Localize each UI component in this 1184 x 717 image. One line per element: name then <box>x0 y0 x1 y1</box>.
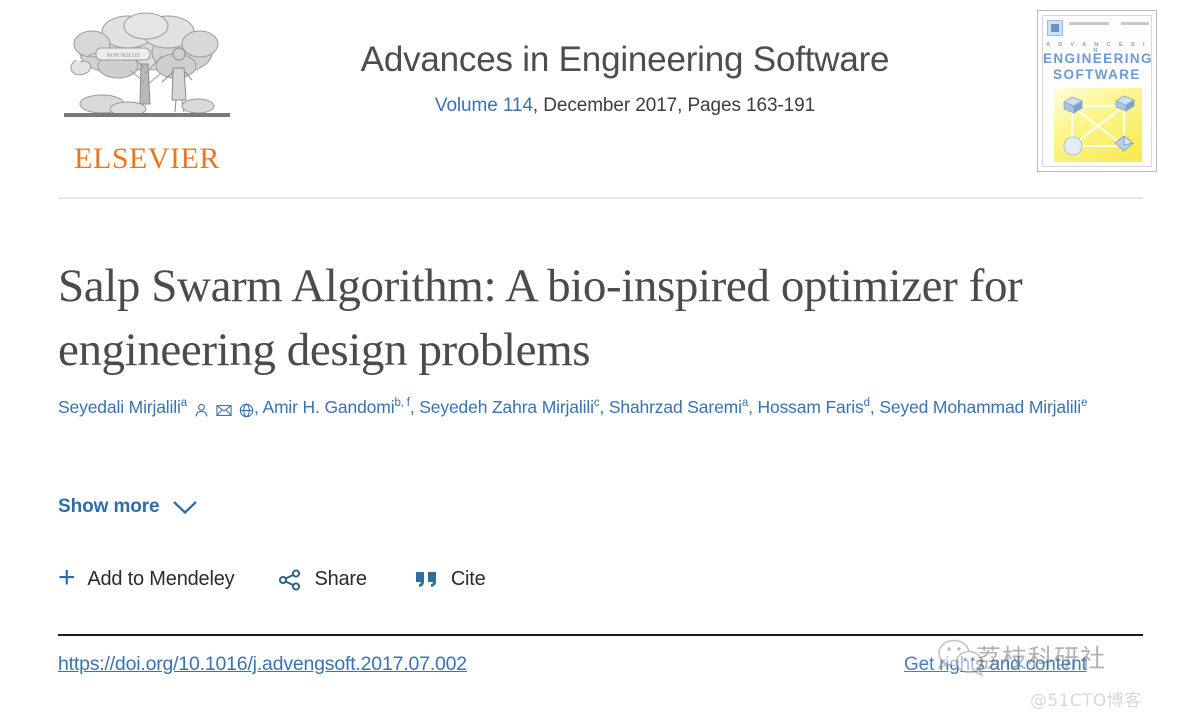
cover-line-engineering: ENGINEERING <box>1043 51 1152 66</box>
get-rights-and-content-link[interactable]: Get rights and content <box>904 654 1087 676</box>
journal-issue-info: , December 2017, Pages 163-191 <box>532 95 816 117</box>
author-entry[interactable]: Hossam Farisd <box>758 397 871 417</box>
globe-icon[interactable] <box>239 403 254 418</box>
person-icon[interactable] <box>194 403 209 418</box>
watermark-credit: @51CTO博客 <box>1030 691 1142 711</box>
author-entry[interactable]: Shahrzad Saremia <box>609 397 748 417</box>
cover-elsevier-icon <box>1047 20 1063 36</box>
svg-text:NON SOLUS: NON SOLUS <box>106 53 140 59</box>
show-more-label: Show more <box>58 496 160 517</box>
author-name[interactable]: Amir H. Gandomi <box>262 397 394 417</box>
journal-cover-thumbnail[interactable]: A D V A N C E S I N ENGINEERING SOFTWARE <box>1037 10 1157 172</box>
cite-button[interactable]: Cite <box>415 568 486 591</box>
journal-cover-inner: A D V A N C E S I N ENGINEERING SOFTWARE <box>1042 15 1152 167</box>
author-name[interactable]: Seyedali Mirjalili <box>58 397 181 417</box>
chevron-down-icon[interactable] <box>172 500 198 515</box>
cover-line-software: SOFTWARE <box>1053 67 1141 82</box>
author-separator: , <box>748 397 758 417</box>
author-separator: , <box>599 397 609 417</box>
page-header: NON SOLUS ELSEVIER Advances in Engineeri… <box>0 0 1184 199</box>
author-name[interactable]: Seyed Mohammad Mirjalili <box>879 397 1081 417</box>
doi-link[interactable]: https://doi.org/10.1016/j.advengsoft.201… <box>58 653 467 676</box>
author-entry[interactable]: Seyed Mohammad Mirjalilie <box>879 397 1087 417</box>
author-affiliation[interactable]: e <box>1081 397 1087 409</box>
elsevier-tree-icon: NON SOLUS <box>64 12 230 117</box>
author-entry[interactable]: Seyedeh Zahra Mirjalilic <box>419 397 599 417</box>
journal-issue-line: Volume 114, December 2017, Pages 163-191 <box>255 95 995 117</box>
share-button[interactable]: Share <box>278 568 367 591</box>
author-name[interactable]: Seyedeh Zahra Mirjalili <box>419 397 594 417</box>
share-nodes-icon <box>278 568 302 591</box>
author-separator: , <box>409 397 420 417</box>
author-name[interactable]: Shahrzad Saremi <box>609 397 742 417</box>
plus-icon: + <box>58 561 76 594</box>
quote-icon <box>415 570 439 590</box>
header-divider <box>58 197 1143 199</box>
author-entry[interactable]: Seyedali Mirjalilia <box>58 397 187 417</box>
cover-microtext-right <box>1121 22 1149 25</box>
add-to-mendeley-label: Add to Mendeley <box>87 568 235 590</box>
author-contact-icons <box>187 394 254 424</box>
journal-info: Advances in Engineering Software Volume … <box>255 40 995 117</box>
author-separator: , <box>869 397 880 417</box>
cover-artwork <box>1054 88 1142 162</box>
article-action-bar: + Add to Mendeley Share Cite <box>58 561 486 594</box>
add-to-mendeley-button[interactable]: + Add to Mendeley <box>58 561 235 594</box>
cover-artwork-graphic <box>1063 95 1135 156</box>
envelope-icon[interactable] <box>216 403 232 418</box>
elsevier-wordmark: ELSEVIER <box>74 142 220 175</box>
page-title: Salp Swarm Algorithm: A bio-inspired opt… <box>58 260 1023 377</box>
cover-microtext-left <box>1069 22 1109 25</box>
watermark-overlay: 荔枝科研社 @51CTO博客 <box>900 636 1170 717</box>
cite-label: Cite <box>450 568 486 590</box>
journal-title: Advances in Engineering Software <box>360 40 890 79</box>
author-entry[interactable]: Amir H. Gandomib, f <box>262 397 409 417</box>
author-list: Seyedali Mirjalilia, Amir H. Gandomib, f… <box>58 392 1133 424</box>
elsevier-logo[interactable]: NON SOLUS ELSEVIER <box>58 8 236 176</box>
footer-divider <box>58 634 1143 636</box>
author-affiliation[interactable]: b, f <box>394 397 410 409</box>
share-label: Share <box>314 568 367 590</box>
journal-volume-link[interactable]: Volume 114 <box>435 95 533 116</box>
author-name[interactable]: Hossam Faris <box>758 397 864 417</box>
article-page: NON SOLUS ELSEVIER Advances in Engineeri… <box>0 0 1184 717</box>
show-more-button[interactable]: Show more <box>58 496 198 518</box>
